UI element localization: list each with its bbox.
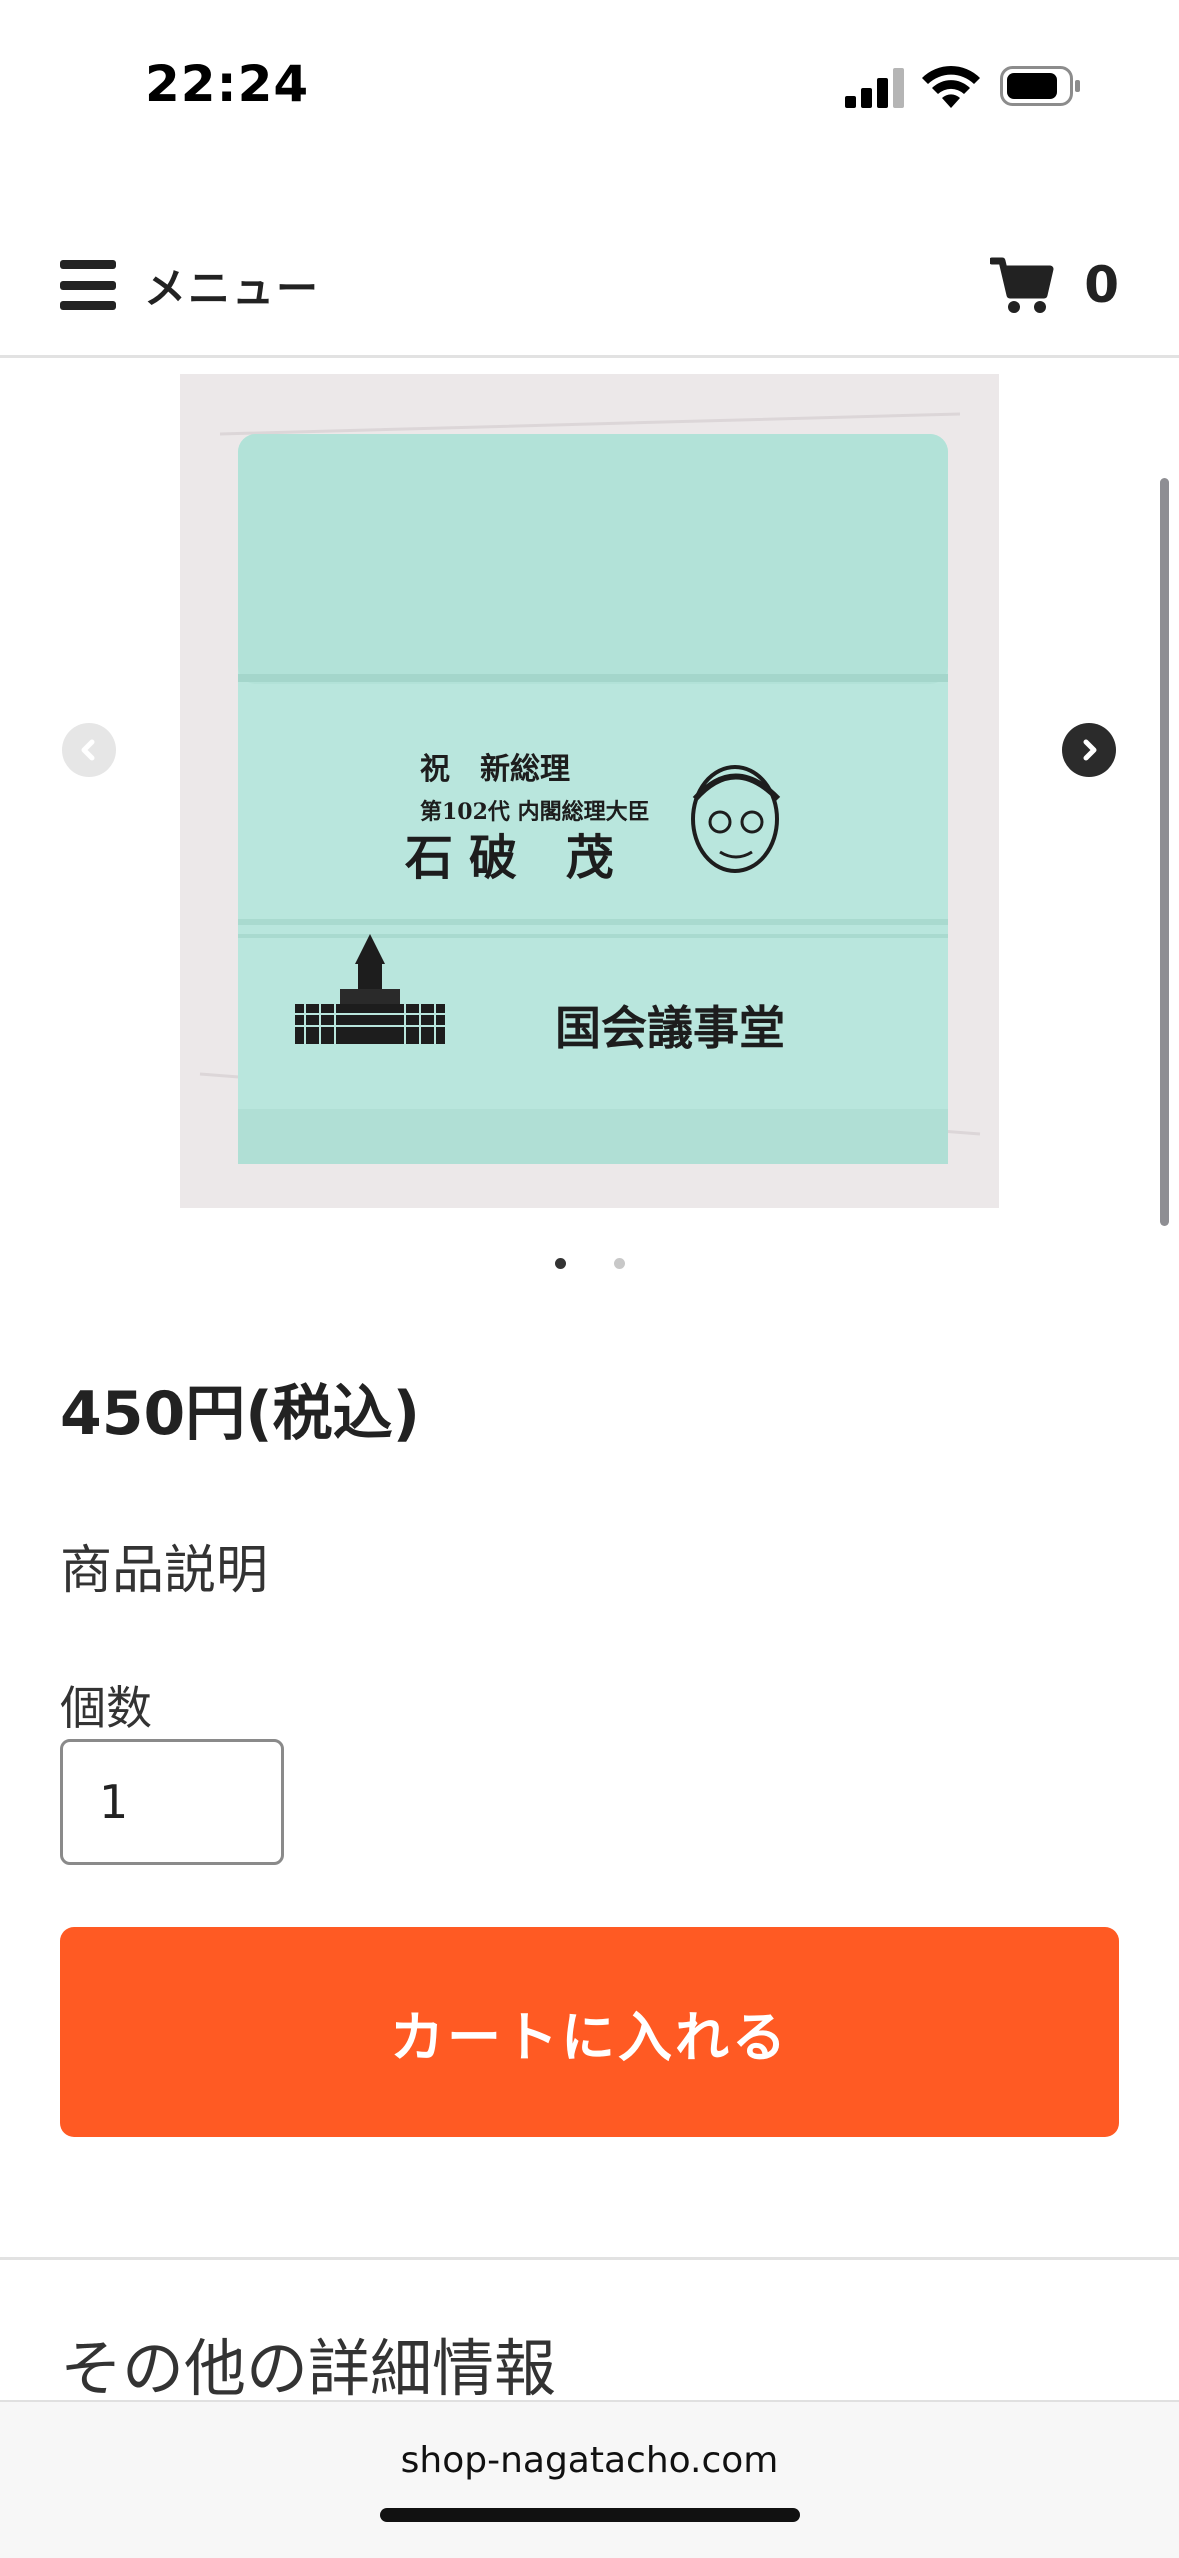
towel-text-celebrate: 祝 新総理 bbox=[420, 752, 570, 787]
add-to-cart-button[interactable]: カートに入れる bbox=[60, 1927, 1119, 2137]
product-image-towel[interactable]: 祝 新総理 第102代 内閣総理大臣 石破 茂 国会議事堂 bbox=[180, 374, 999, 1208]
product-price: 450円(税込) bbox=[60, 1379, 421, 1449]
cart-button[interactable]: 0 bbox=[990, 245, 1119, 325]
carousel-dot-2[interactable] bbox=[613, 1258, 625, 1269]
hamburger-menu-icon bbox=[60, 260, 116, 310]
battery-icon bbox=[1000, 66, 1080, 106]
chevron-right-icon bbox=[1083, 739, 1097, 761]
carousel-dot-1[interactable] bbox=[554, 1258, 566, 1269]
carousel-dots bbox=[0, 1258, 1179, 1269]
shopping-cart-icon bbox=[990, 257, 1054, 313]
wifi-icon bbox=[922, 65, 980, 108]
page-scrollbar[interactable] bbox=[1160, 478, 1169, 1226]
cart-count: 0 bbox=[1084, 256, 1119, 314]
quantity-input[interactable] bbox=[60, 1739, 284, 1865]
carousel-next-button[interactable] bbox=[1062, 723, 1116, 777]
towel-text-name: 石破 茂 bbox=[405, 830, 630, 886]
quantity-label: 個数 bbox=[60, 1681, 152, 1735]
towel-text-building: 国会議事堂 bbox=[555, 1001, 785, 1055]
towel-text-subtitle: 第102代 内閣総理大臣 bbox=[420, 799, 650, 825]
status-bar: 22:24 bbox=[0, 0, 1179, 175]
menu-button[interactable]: メニュー bbox=[60, 245, 320, 325]
product-image-carousel: 祝 新総理 第102代 内閣総理大臣 石破 茂 国会議事堂 bbox=[0, 358, 1179, 1238]
browser-address-bar: shop-nagatacho.com bbox=[0, 2400, 1179, 2558]
carousel-prev-button[interactable] bbox=[62, 723, 116, 777]
details-heading: その他の詳細情報 bbox=[60, 2332, 557, 2405]
section-divider bbox=[0, 2257, 1179, 2260]
product-description-label: 商品説明 bbox=[60, 1541, 269, 1601]
site-header: メニュー 0 bbox=[0, 215, 1179, 358]
status-time: 22:24 bbox=[145, 55, 310, 113]
url-text[interactable]: shop-nagatacho.com bbox=[0, 2440, 1179, 2481]
menu-label: メニュー bbox=[144, 263, 321, 313]
home-indicator[interactable] bbox=[380, 2508, 800, 2522]
cellular-signal-icon bbox=[845, 68, 904, 108]
chevron-left-icon bbox=[81, 739, 95, 761]
